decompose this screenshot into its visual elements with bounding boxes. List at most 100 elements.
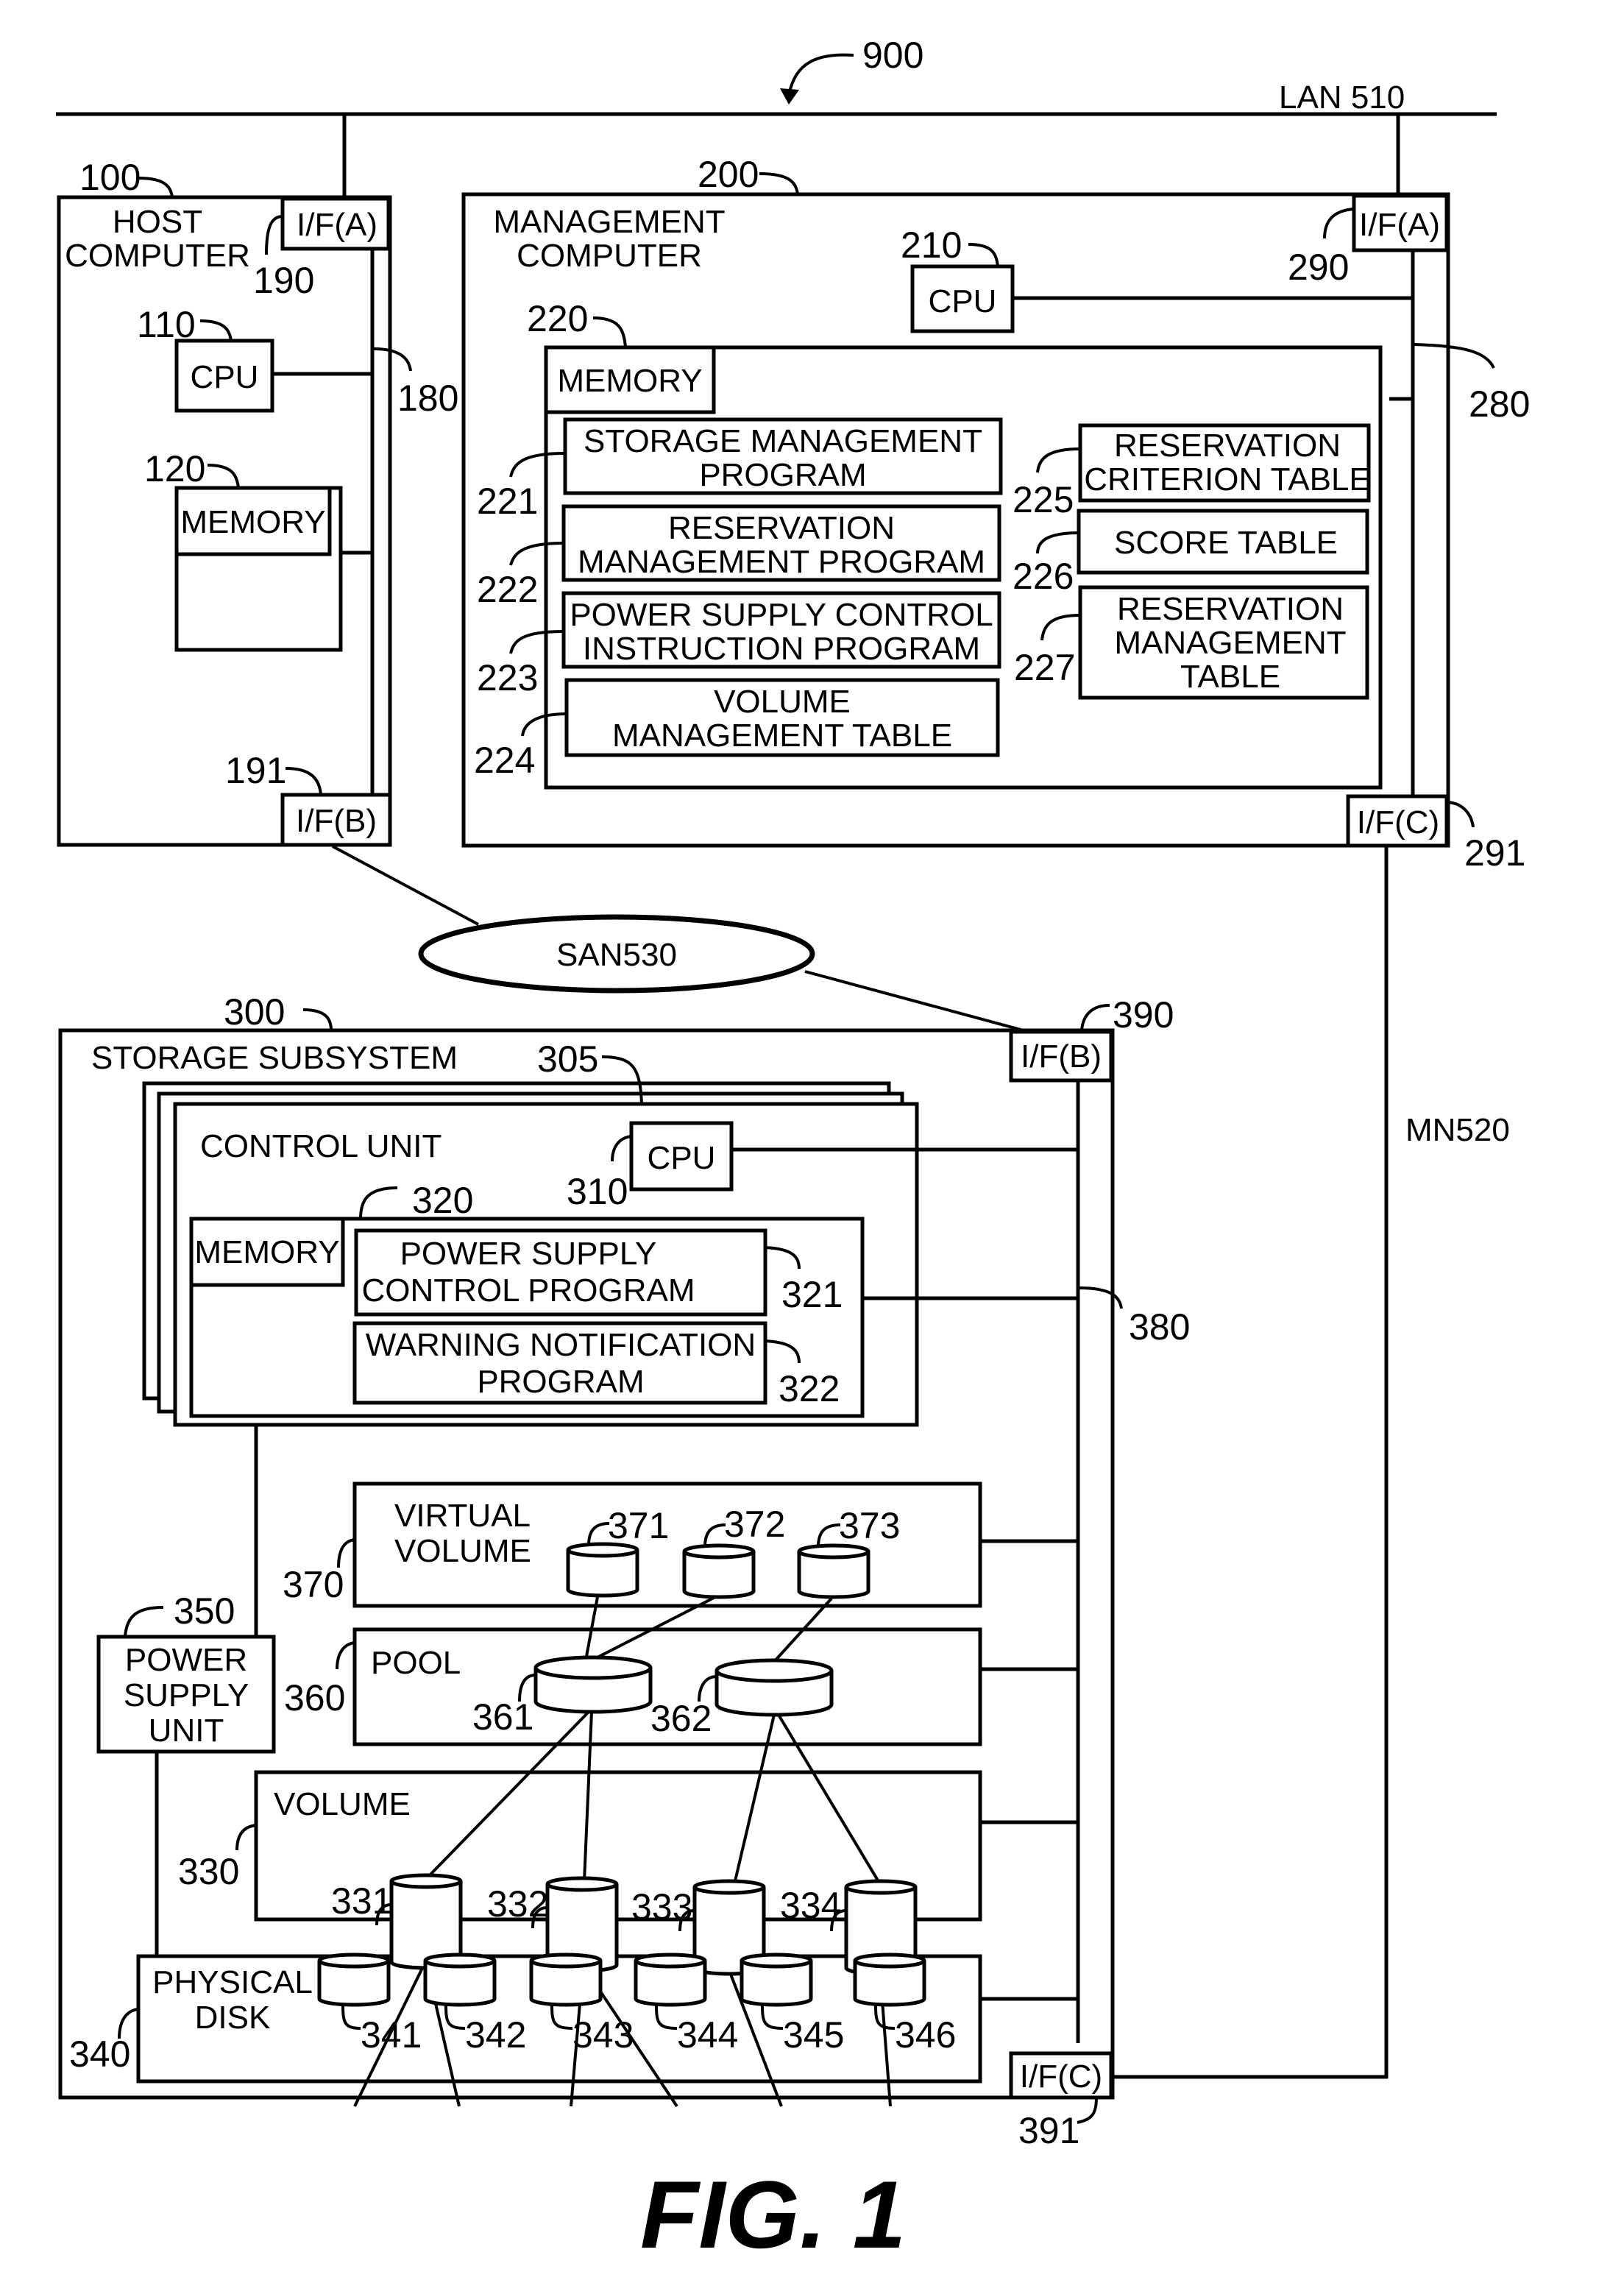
physical-disk-line2: DISK	[195, 2000, 271, 2036]
disk-ref-label: 341	[361, 2014, 422, 2056]
host-if-a-label: I/F(A)	[297, 207, 377, 243]
system-ref-label: 900	[862, 35, 923, 76]
storage-title: STORAGE SUBSYSTEM	[91, 1040, 458, 1076]
management-ref-leader	[759, 172, 799, 195]
arrowhead-icon	[780, 88, 799, 105]
virtual-volume-layer: VIRTUAL VOLUME 370	[283, 1481, 1078, 1608]
disk-top-icon	[797, 1543, 870, 1560]
storage-bus-ref: 380	[1129, 1306, 1190, 1348]
disk-ref-label: 345	[783, 2014, 844, 2056]
disk-top-icon	[634, 1953, 707, 1969]
virtual-volume-ref: 370	[283, 1564, 344, 1605]
program-222-line1: RESERVATION	[668, 510, 895, 546]
host-if-b-label: I/F(B)	[296, 803, 377, 839]
pool-ref: 360	[284, 1677, 345, 1718]
disk-ref-label: 334	[780, 1885, 841, 1926]
program-223-line2: INSTRUCTION PROGRAM	[583, 631, 980, 667]
control-unit-cpu-label: CPU	[648, 1140, 716, 1176]
program-322-line2: PROGRAM	[477, 1364, 644, 1400]
program-224-ref: 224	[474, 740, 535, 781]
program-221-line1: STORAGE MANAGEMENT	[584, 423, 982, 459]
virtual-volume-line2: VOLUME	[394, 1533, 531, 1569]
program-224-line1: VOLUME	[714, 684, 851, 720]
control-unit-memory-ref: 320	[412, 1180, 473, 1221]
power-supply-line1: POWER	[125, 1642, 247, 1678]
system-ref-900: 900	[780, 35, 923, 105]
program-322-ref: 322	[779, 1368, 840, 1409]
power-supply-line3: UNIT	[149, 1713, 224, 1749]
control-unit-cpu-ref: 310	[567, 1171, 628, 1212]
host-cpu-label: CPU	[191, 359, 259, 395]
table-226-ref: 226	[1013, 556, 1074, 597]
disk-top-icon	[423, 1953, 497, 1969]
management-if-c-ref: 291	[1464, 832, 1525, 874]
san-storage-link	[804, 970, 1029, 1033]
pool-label: POOL	[371, 1645, 461, 1681]
management-memory-ref: 220	[527, 298, 588, 339]
program-321-ref: 321	[781, 1274, 843, 1315]
disk-ref-label: 343	[572, 2014, 634, 2056]
management-if-a-label: I/F(A)	[1359, 207, 1440, 243]
storage-if-c-label: I/F(C)	[1020, 2058, 1102, 2095]
disk-ref-label: 361	[472, 1696, 533, 1738]
control-unit-title: CONTROL UNIT	[200, 1128, 442, 1164]
lan-510: LAN 510	[56, 79, 1497, 202]
control-unit-memory-label: MEMORY	[194, 1234, 339, 1270]
table-227-ref: 227	[1014, 647, 1075, 688]
program-222-ref: 222	[477, 569, 538, 610]
storage-if-b-label: I/F(B)	[1021, 1038, 1102, 1075]
storage-ref-leader	[302, 1008, 333, 1031]
disk-top-icon	[545, 1876, 619, 1892]
physical-disk-line1: PHYSICAL	[152, 1964, 313, 2000]
management-memory-label: MEMORY	[557, 363, 702, 399]
host-if-b-ref: 191	[225, 750, 286, 791]
management-ref: 200	[698, 154, 759, 195]
virtual-volume-line1: VIRTUAL	[394, 1498, 531, 1534]
storage-ref: 300	[224, 991, 285, 1033]
host-memory-label: MEMORY	[180, 504, 325, 540]
storage-if-c-leader	[1077, 2097, 1098, 2124]
disk-top-icon	[529, 1953, 603, 1969]
disk-ref-label: 371	[608, 1505, 669, 1546]
host-cpu-ref: 110	[137, 304, 196, 345]
disk-ref-label: 346	[895, 2014, 956, 2056]
disk-top-icon	[533, 1655, 653, 1680]
program-221-line2: PROGRAM	[699, 457, 866, 493]
management-bus-ref: 280	[1469, 383, 1530, 425]
disk-top-icon	[389, 1873, 463, 1889]
management-if-c-leader	[1447, 801, 1475, 828]
disk-top-icon	[715, 1658, 834, 1683]
disk-ref-label: 373	[839, 1505, 900, 1546]
program-321-line2: CONTROL PROGRAM	[361, 1272, 695, 1309]
program-322-line1: WARNING NOTIFICATION	[366, 1327, 756, 1363]
control-unit-ref: 305	[537, 1038, 598, 1080]
host-ref-leader	[138, 177, 174, 198]
table-227-line2: MANAGEMENT	[1114, 625, 1346, 661]
host-memory-ref: 120	[144, 448, 205, 489]
program-321-line1: POWER SUPPLY	[400, 1236, 657, 1272]
table-225-line2: CRITERION TABLE	[1084, 461, 1371, 498]
san-host-link	[332, 845, 479, 926]
host-bus-ref: 180	[397, 378, 458, 419]
disk-ref-label: 331	[331, 1880, 392, 1922]
power-supply-line2: SUPPLY	[124, 1677, 249, 1713]
power-supply-ref: 350	[174, 1590, 235, 1632]
host-if-a-ref: 190	[253, 260, 314, 301]
host-title-line1: HOST	[113, 204, 202, 240]
table-226-line1: SCORE TABLE	[1114, 525, 1338, 561]
volume-ref: 330	[178, 1851, 239, 1892]
management-title-line1: MANAGEMENT	[493, 204, 725, 240]
program-224-line2: MANAGEMENT TABLE	[612, 718, 952, 754]
program-222-line2: MANAGEMENT PROGRAM	[578, 544, 985, 580]
system-diagram: 900 LAN 510 100 HOST COMPUTER I/F(A) 190…	[56, 35, 1530, 2268]
disk-top-icon	[692, 1879, 766, 1895]
volume-layer: VOLUME 330	[178, 1770, 1078, 1922]
table-227-line3: TABLE	[1180, 659, 1280, 695]
volume-label: VOLUME	[274, 1786, 411, 1822]
storage-subsystem: 300 STORAGE SUBSYSTEM I/F(B) 390 380 305…	[58, 991, 1190, 2151]
mn-label: MN520	[1405, 1112, 1510, 1148]
disk-ref-label: 332	[487, 1883, 548, 1925]
management-cpu-ref: 210	[901, 224, 962, 266]
storage-if-c-ref: 391	[1018, 2110, 1079, 2151]
lan-label: LAN 510	[1279, 79, 1405, 116]
